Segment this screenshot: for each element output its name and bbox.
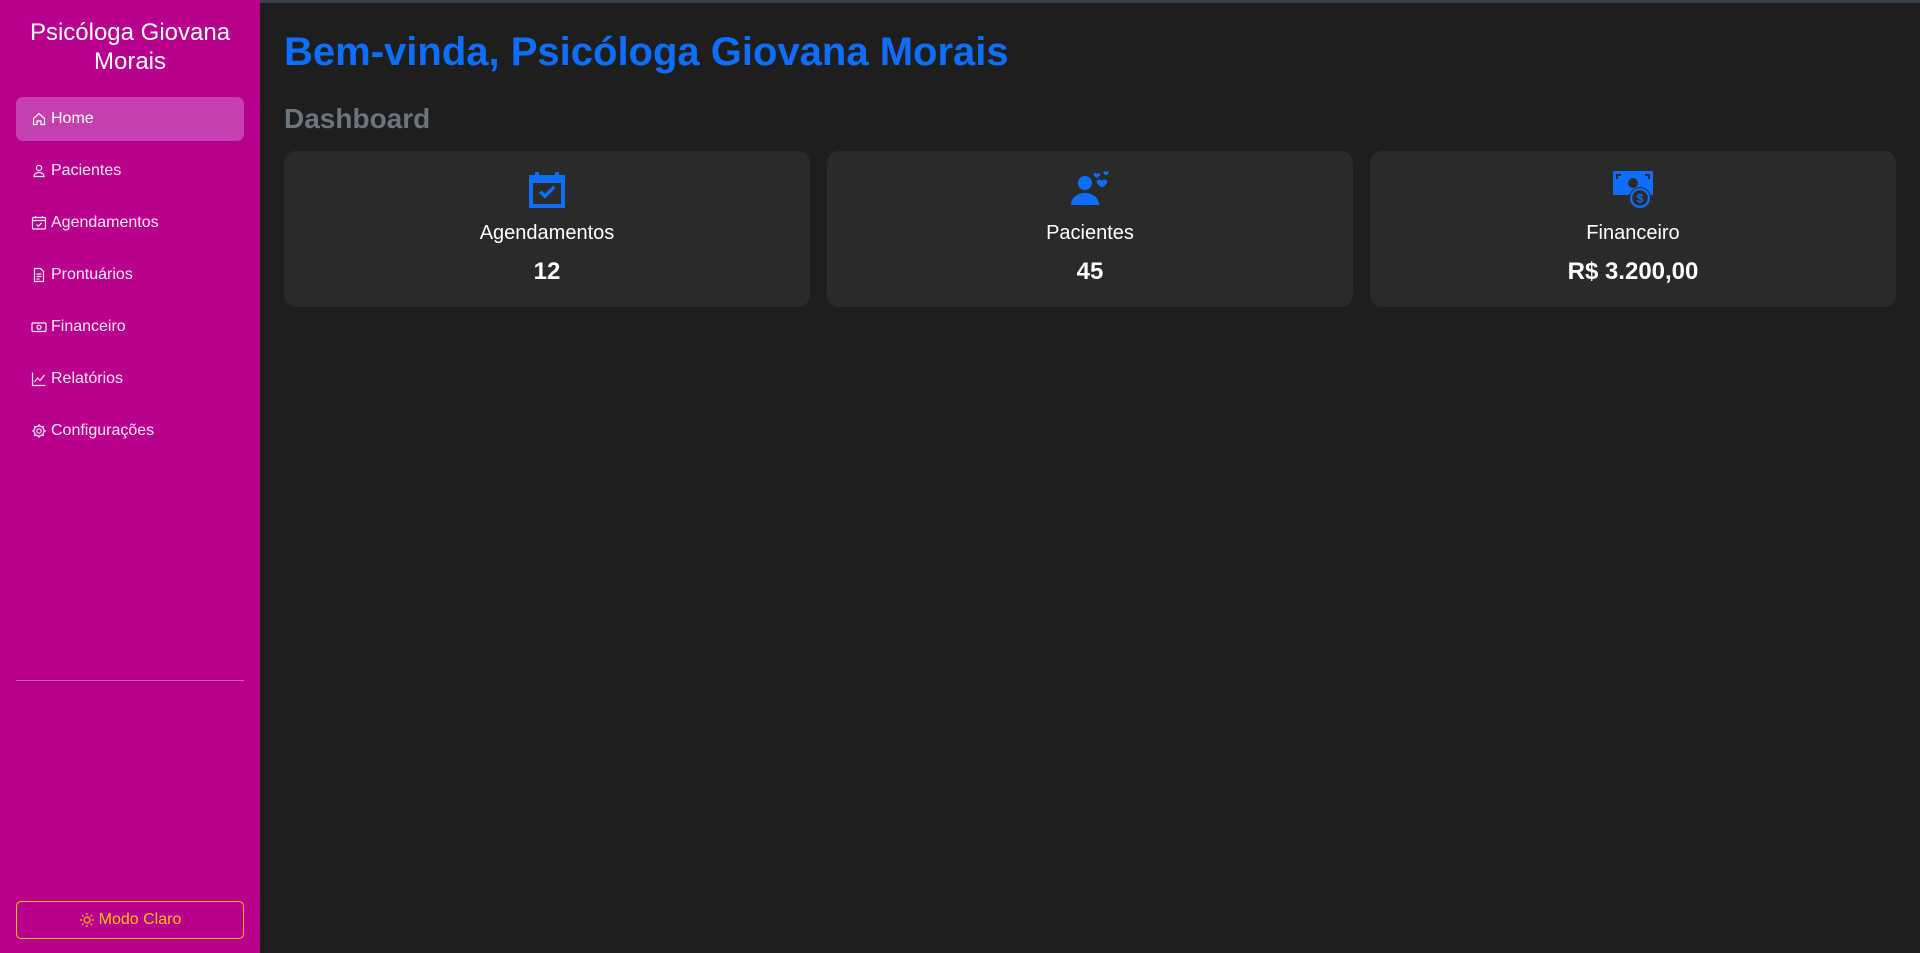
- sidebar: Psicóloga Giovana Morais Home Pacientes …: [0, 0, 260, 953]
- sidebar-divider: [16, 680, 244, 681]
- card-pacientes[interactable]: Pacientes 45: [827, 151, 1353, 307]
- money-dollar-icon: $: [1612, 169, 1654, 211]
- main-content: Bem-vinda, Psicóloga Giovana Morais Dash…: [260, 0, 1920, 953]
- card-value: R$ 3.200,00: [1567, 258, 1699, 285]
- sidebar-item-label: Home: [51, 110, 94, 127]
- theme-toggle-label: Modo Claro: [98, 911, 182, 928]
- gear-icon: [31, 423, 47, 439]
- stats-cards: Agendamentos 12 Pacientes 45 $ Financeir…: [284, 151, 1896, 307]
- sidebar-item-label: Pacientes: [51, 162, 122, 179]
- person-icon: [31, 163, 47, 179]
- svg-text:$: $: [1637, 192, 1644, 206]
- sidebar-item-home[interactable]: Home: [16, 97, 244, 141]
- card-value: 12: [533, 258, 561, 285]
- card-financeiro[interactable]: $ Financeiro R$ 3.200,00: [1370, 151, 1896, 307]
- graph-up-icon: [31, 371, 47, 387]
- sidebar-item-label: Configurações: [51, 422, 155, 439]
- sidebar-item-financeiro[interactable]: Financeiro: [16, 305, 244, 349]
- page-title: Dashboard: [284, 103, 431, 134]
- card-label: Financeiro: [1586, 222, 1680, 244]
- sidebar-item-label: Relatórios: [51, 370, 124, 387]
- card-label: Agendamentos: [479, 222, 615, 244]
- cash-icon: [31, 319, 47, 335]
- sidebar-item-configuracoes[interactable]: Configurações: [16, 409, 244, 453]
- welcome-heading: Bem-vinda, Psicóloga Giovana Morais: [284, 30, 1009, 74]
- calendar-check-icon: [31, 215, 47, 231]
- sidebar-item-pacientes[interactable]: Pacientes: [16, 149, 244, 193]
- sidebar-item-prontuarios[interactable]: Prontuários: [16, 253, 244, 297]
- house-icon: [31, 111, 47, 127]
- card-agendamentos[interactable]: Agendamentos 12: [284, 151, 810, 307]
- sidebar-item-label: Agendamentos: [51, 214, 159, 231]
- theme-toggle-button[interactable]: Modo Claro: [16, 901, 244, 939]
- sidebar-item-agendamentos[interactable]: Agendamentos: [16, 201, 244, 245]
- card-value: 45: [1076, 258, 1104, 285]
- sidebar-item-label: Financeiro: [51, 318, 126, 335]
- brand-title: Psicóloga Giovana Morais: [29, 19, 231, 75]
- card-label: Pacientes: [1046, 222, 1134, 244]
- sun-icon: [79, 913, 94, 927]
- sidebar-item-relatorios[interactable]: Relatórios: [16, 357, 244, 401]
- file-text-icon: [31, 267, 47, 283]
- calendar-check-icon: [526, 169, 568, 211]
- sidebar-item-label: Prontuários: [51, 266, 133, 283]
- users-heart-icon: [1069, 169, 1111, 211]
